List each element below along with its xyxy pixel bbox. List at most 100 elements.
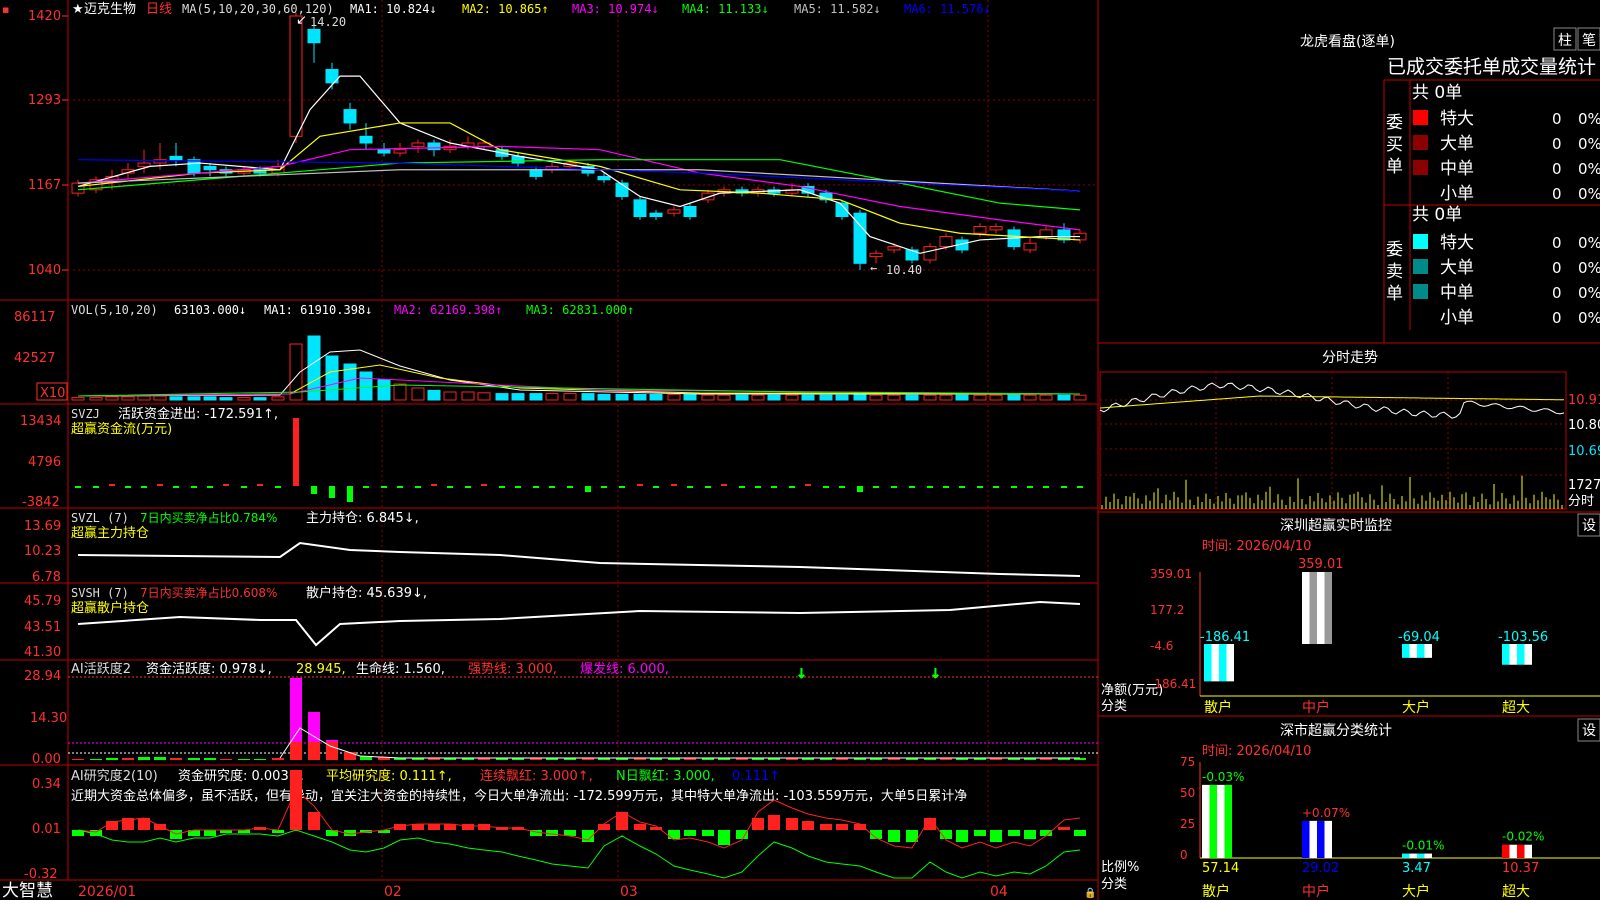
candle-body-20: [411, 142, 425, 147]
vol-axis-top: 86117: [14, 310, 55, 325]
svzj-desc: 活跃资金进出: -172.591↑,: [118, 406, 278, 422]
buy-row-value-2: 0: [1552, 160, 1562, 178]
vol-bar-56: [1023, 394, 1037, 401]
research-bar-56: [1024, 830, 1036, 839]
sell-row-name-2: 中单: [1440, 283, 1474, 303]
classify-bar-value-3: 10.37: [1502, 861, 1539, 876]
vol-bar-3: [121, 396, 135, 401]
research-bar-48: [888, 830, 900, 842]
fund-flow-bar-3: [125, 486, 131, 488]
ma-line-6: [77, 159, 1081, 192]
fund-flow-bar-41: [771, 486, 777, 488]
monitor-title: 深圳超赢实时监控: [1280, 517, 1392, 534]
vol-bar-49: [905, 394, 919, 401]
lock-icon[interactable]: 🔒: [1084, 887, 1096, 899]
svzj-sub: 超赢资金流(万元): [71, 421, 172, 437]
monitor-cat-2: 大户: [1402, 699, 1430, 716]
monitor-bar-label-0: -186.41: [1200, 630, 1250, 645]
low-mark: ←: [870, 261, 877, 275]
candle-body-31: [597, 175, 611, 181]
research-bar-57: [1040, 830, 1052, 836]
candle-body-16: [343, 109, 357, 124]
research-bar-24: [478, 824, 490, 830]
candle-body-13: [289, 15, 303, 137]
research-bar-21: [428, 824, 440, 830]
classify-bar-seg-2-1: [1409, 853, 1417, 858]
fund-flow-bar-51: [943, 486, 949, 488]
buy-legend-1: [1413, 135, 1428, 150]
fund-flow-bar-38: [721, 484, 727, 486]
sell-row-value-3: 0: [1552, 309, 1562, 327]
buy-side-char-1: 买: [1386, 135, 1403, 155]
ai2-d2: 平均研究度: 0.111↑,: [326, 768, 452, 784]
date-label-1: 02: [384, 884, 402, 900]
classify-bar-seg-1-0: [1302, 820, 1310, 858]
vol-unit: X10: [40, 386, 65, 401]
fund-flow-bar-17: [363, 486, 369, 488]
classify-bar-seg-3-2: [1517, 844, 1525, 858]
fenshi-axis-1: 10.80: [1568, 418, 1600, 433]
vol-bar-6: [169, 396, 183, 401]
sell-side-label: 委卖单: [1386, 240, 1403, 304]
research-bar-41: [768, 815, 780, 830]
svzl-desc2: 主力持仓: 6.845↓,: [306, 511, 419, 526]
fund-flow-bar-58: [1061, 486, 1067, 488]
vol-bar-23: [461, 391, 475, 401]
svsh-axis-mid: 43.51: [24, 620, 61, 635]
fund-flow-bars: [75, 418, 1083, 502]
fenshi-vol-label: 分时: [1568, 494, 1594, 509]
fund-flow-bar-54: [993, 486, 999, 488]
svsh-desc2: 散户持仓: 45.639↓,: [306, 585, 427, 601]
vol-bar-31: [597, 393, 611, 401]
fenshi-frame: [1099, 371, 1567, 510]
monitor-bar-seg-1-1: [1309, 572, 1317, 644]
sell-row-value-2: 0: [1552, 284, 1562, 302]
candlestick-series[interactable]: [71, 12, 1087, 270]
date-label-2: 03: [620, 884, 638, 900]
activity-bar-5: [154, 757, 166, 760]
svsh-axis-bot: 41.30: [24, 645, 61, 660]
classify-time: 时间: 2026/04/10: [1202, 744, 1311, 759]
ai2-axis-bot: -0.32: [24, 867, 58, 882]
fund-flow-bar-33: [637, 484, 643, 486]
classify-bar-seg-2-2: [1417, 853, 1425, 858]
fund-flow-bar-4: [141, 486, 147, 488]
monitor-bar-seg-2-0: [1402, 644, 1410, 658]
activity-bar-11: [254, 759, 266, 760]
main-holding-line: [77, 541, 1081, 577]
classify-bar-seg-3-0: [1502, 844, 1510, 858]
stock-chart-canvas[interactable]: ▪ ★ 迈克生物 日线 MA(5,10,20,30,60,120) MA1: 1…: [0, 0, 1600, 900]
sell-row-name-0: 特大: [1440, 233, 1474, 253]
vol-bar-26: [511, 393, 525, 401]
buy-row-name-1: 大单: [1440, 134, 1474, 154]
fund-flow-bar-39: [739, 486, 745, 488]
research-bar-39: [736, 830, 748, 839]
period-label[interactable]: 日线: [146, 2, 172, 17]
price-tick-3: 1040: [28, 263, 61, 278]
ai1-axis-top: 28.94: [24, 669, 61, 684]
research-bar-45: [836, 824, 848, 830]
research-bar-58: [1058, 827, 1070, 830]
classify-bar-top-2: -0.01%: [1402, 839, 1444, 853]
fund-flow-bar-59: [1077, 486, 1083, 488]
research-bar-38: [718, 830, 730, 845]
ma-line-1: [77, 75, 1080, 254]
sell-side-char-0: 委: [1386, 240, 1403, 260]
research-bar-54: [990, 830, 1002, 842]
fenshi-title[interactable]: 分时走势: [1322, 350, 1378, 366]
buy-side-char-0: 委: [1386, 113, 1403, 133]
vol-bar-0: [71, 397, 85, 401]
brand-label[interactable]: 大智慧: [2, 881, 53, 900]
stock-name[interactable]: 迈克生物: [84, 2, 136, 17]
vol-bar-24: [477, 392, 491, 401]
lhb-tabs[interactable]: 已成交委托单成交量统计: [1387, 56, 1596, 78]
svg-text:↓: ↓: [796, 667, 807, 682]
fund-flow-bar-47: [873, 486, 879, 488]
fund-flow-bar-30: [585, 486, 591, 492]
fund-flow-bar-34: [653, 486, 659, 488]
activity-base-13: [290, 742, 302, 760]
fenshi-vol: 1727: [1568, 478, 1600, 493]
date-label-0: 2026/01: [78, 884, 136, 900]
classify-bar-value-0: 57.14: [1202, 861, 1239, 876]
fund-flow-bar-57: [1043, 486, 1049, 488]
